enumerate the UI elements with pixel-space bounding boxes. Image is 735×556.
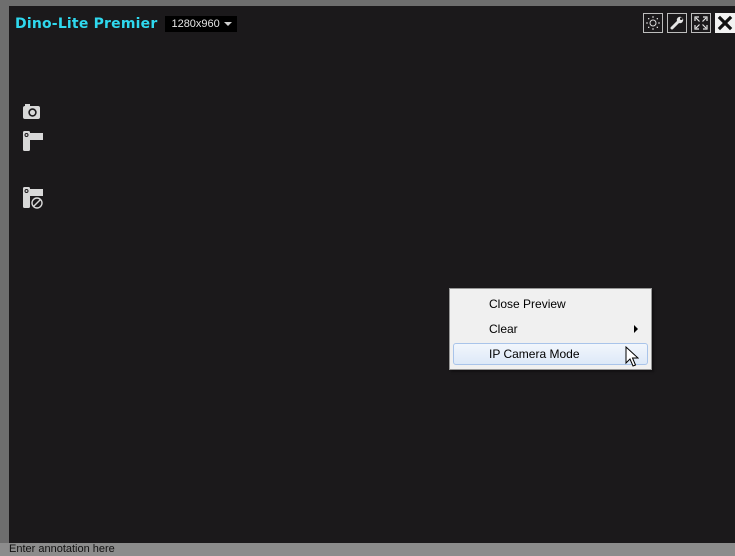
- menu-item-label: IP Camera Mode: [489, 347, 580, 361]
- context-menu: Close Preview Clear IP Camera Mode: [449, 288, 652, 370]
- menu-item-clear[interactable]: Clear: [453, 318, 648, 340]
- resolution-value: 1280x960: [171, 18, 220, 30]
- menu-item-label: Close Preview: [489, 297, 566, 311]
- submenu-arrow-icon: [634, 325, 638, 333]
- app-window: Dino-Lite Premier 1280x960 Close Preview…: [0, 0, 735, 556]
- close-button[interactable]: [715, 13, 735, 33]
- app-title: Dino-Lite Premier: [15, 16, 158, 32]
- video-camera-icon: [23, 131, 43, 151]
- capture-photo-button[interactable]: [22, 102, 42, 125]
- record-video-button[interactable]: [22, 130, 44, 157]
- brightness-button[interactable]: [643, 13, 663, 33]
- chevron-down-icon: [223, 22, 232, 26]
- settings-button[interactable]: [667, 13, 687, 33]
- menu-item-ip-camera-mode[interactable]: IP Camera Mode: [453, 343, 648, 365]
- brightness-icon: [646, 16, 660, 30]
- status-bar: Enter annotation here: [0, 543, 735, 556]
- camera-icon: [23, 104, 40, 119]
- close-icon: [717, 15, 733, 31]
- stop-video-button[interactable]: [22, 186, 46, 215]
- title-bar: Dino-Lite Premier 1280x960: [15, 13, 237, 35]
- resolution-dropdown[interactable]: 1280x960: [165, 16, 237, 32]
- toolbar: [643, 13, 735, 33]
- fullscreen-icon: [694, 16, 708, 30]
- annotation-input[interactable]: Enter annotation here: [9, 543, 115, 556]
- menu-item-close-preview[interactable]: Close Preview: [453, 293, 648, 315]
- fullscreen-button[interactable]: [691, 13, 711, 33]
- wrench-icon: [670, 16, 684, 30]
- camera-preview-area[interactable]: [9, 6, 735, 543]
- mouse-cursor-icon: [625, 345, 640, 373]
- video-stop-icon: [23, 187, 43, 209]
- menu-item-label: Clear: [489, 322, 518, 336]
